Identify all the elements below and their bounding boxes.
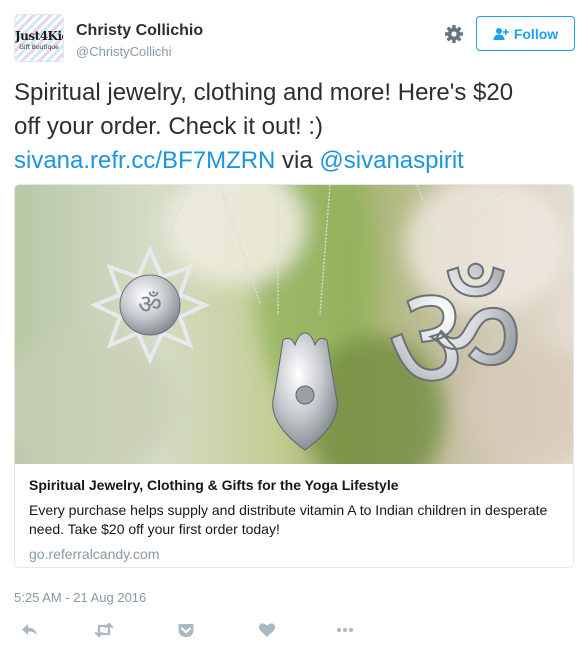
tweet-timestamp[interactable]: 5:25 AM - 21 Aug 2016 — [14, 590, 146, 605]
link-card[interactable]: ॐ ॐ Spiritual Jewelry, Clothing & Gifts … — [14, 184, 574, 568]
avatar[interactable]: Just4Kids Gift Boutique — [14, 14, 64, 62]
pocket-icon[interactable] — [176, 620, 196, 640]
gear-icon[interactable] — [444, 24, 464, 44]
more-icon[interactable] — [335, 620, 355, 640]
card-title[interactable]: Spiritual Jewelry, Clothing & Gifts for … — [29, 476, 559, 494]
card-body: Spiritual Jewelry, Clothing & Gifts for … — [29, 468, 559, 562]
tweet-line-3: sivana.refr.cc/BF7MZRN via @sivanaspirit — [14, 144, 574, 178]
tweet-link[interactable]: sivana.refr.cc/BF7MZRN — [14, 147, 275, 174]
retweet-icon[interactable] — [94, 620, 114, 640]
follow-button[interactable]: Follow — [476, 16, 575, 51]
card-description: Every purchase helps supply and distribu… — [29, 502, 548, 537]
tweet-actions — [14, 620, 574, 642]
tweet-header: Just4Kids Gift Boutique Christy Collichi… — [14, 12, 575, 62]
avatar-logo-text: Just4Kids — [15, 29, 63, 43]
follow-label: Follow — [513, 25, 559, 42]
avatar-logo-subtext: Gift Boutique — [19, 44, 59, 51]
reply-icon[interactable] — [20, 620, 40, 640]
svg-text:ॐ: ॐ — [387, 252, 524, 426]
tweet-via: via — [275, 147, 320, 174]
tweet-text: Spiritual jewelry, clothing and more! He… — [14, 76, 574, 178]
card-image[interactable]: ॐ ॐ — [15, 185, 573, 464]
follow-person-icon — [493, 27, 509, 40]
svg-text:ॐ: ॐ — [138, 290, 162, 320]
card-domain[interactable]: go.referralcandy.com — [29, 546, 559, 562]
tweet-mention[interactable]: @sivanaspirit — [319, 147, 463, 174]
like-icon[interactable] — [257, 620, 277, 640]
user-name[interactable]: Christy Collichio — [76, 22, 203, 40]
user-handle[interactable]: @ChristyCollichi — [76, 44, 172, 59]
tweet-line-1: Spiritual jewelry, clothing and more! He… — [14, 79, 514, 106]
tweet-line-2: off your order. Check it out! :) — [14, 113, 324, 140]
